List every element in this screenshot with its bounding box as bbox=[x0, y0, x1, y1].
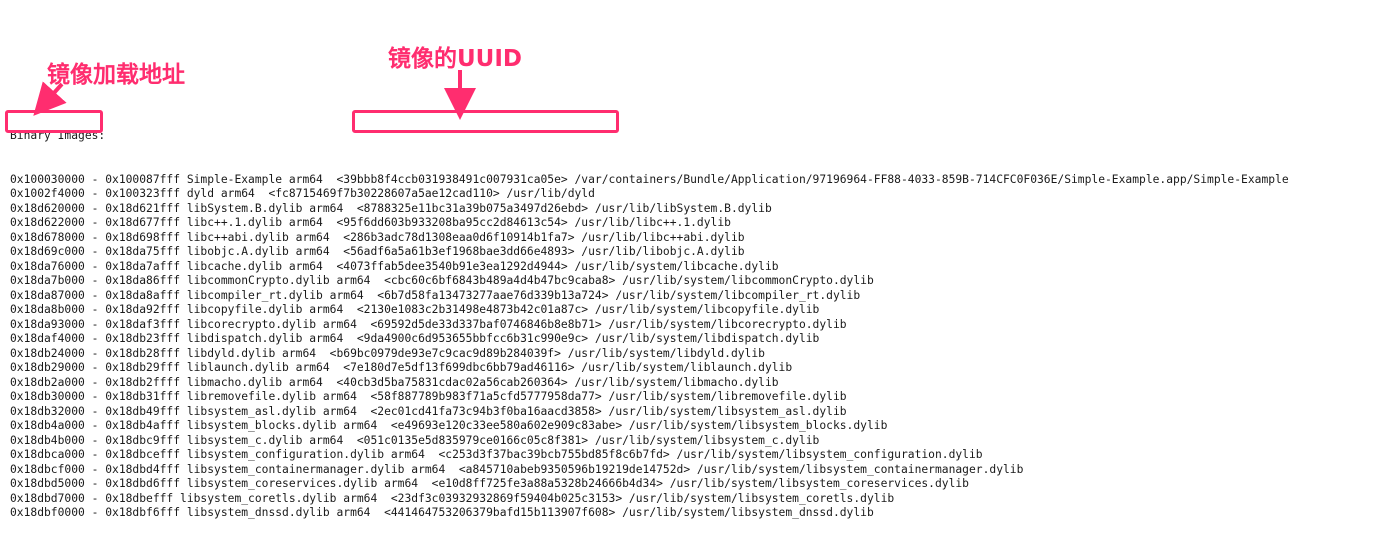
binary-image-row: 0x1002f4000 - 0x100323fff dyld arm64 <fc… bbox=[10, 187, 595, 200]
binary-image-row: 0x18d678000 - 0x18d698fff libc++abi.dyli… bbox=[10, 230, 745, 244]
binary-image-row: 0x18dbcf000 - 0x18dbd4fff libsystem_cont… bbox=[10, 462, 1024, 476]
binary-images-list: 0x100030000 - 0x100087fff Simple-Example… bbox=[10, 173, 1400, 521]
uuid-annotation-label: 镜像的UUID bbox=[388, 46, 523, 72]
binary-images-header: Binary Images: bbox=[10, 129, 106, 142]
binary-image-row: 0x18da87000 - 0x18da8afff libcompiler_rt… bbox=[10, 288, 861, 302]
binary-image-row: 0x18dbf0000 - 0x18dbf6fff libsystem_dnss… bbox=[10, 506, 874, 519]
binary-image-row: 0x18dbca000 - 0x18dbcefff libsystem_conf… bbox=[10, 448, 983, 461]
binary-image-row: 0x18db30000 - 0x18db31fff libremovefile.… bbox=[10, 390, 847, 403]
crash-log-text: Binary Images: 0x100030000 - 0x100087fff… bbox=[10, 100, 1400, 535]
load-address-highlight-box bbox=[5, 110, 103, 133]
binary-image-row: 0x18db29000 - 0x18db29fff liblaunch.dyli… bbox=[10, 361, 793, 374]
binary-image-row: 0x18db4a000 - 0x18db4afff libsystem_bloc… bbox=[10, 419, 888, 432]
binary-image-row: 0x18d69c000 - 0x18da75fff libobjc.A.dyli… bbox=[10, 245, 745, 258]
binary-image-row: 0x18da76000 - 0x18da7afff libcache.dylib… bbox=[10, 259, 779, 273]
binary-image-row: 0x18da8b000 - 0x18da92fff libcopyfile.dy… bbox=[10, 303, 820, 316]
binary-image-row: 0x18db2a000 - 0x18db2ffff libmacho.dylib… bbox=[10, 375, 779, 389]
uuid-highlight-box bbox=[352, 110, 619, 133]
binary-image-row: 0x18dbd7000 - 0x18dbefff libsystem_coret… bbox=[10, 491, 895, 505]
binary-image-row: 0x18db32000 - 0x18db49fff libsystem_asl.… bbox=[10, 404, 847, 418]
binary-image-row: 0x18da7b000 - 0x18da86fff libcommonCrypt… bbox=[10, 274, 874, 287]
binary-image-row: 0x18dbd5000 - 0x18dbd6fff libsystem_core… bbox=[10, 477, 969, 490]
binary-image-row: 0x18db4b000 - 0x18dbc9fff libsystem_c.dy… bbox=[10, 433, 820, 447]
binary-image-row: 0x18db24000 - 0x18db28fff libdyld.dylib … bbox=[10, 346, 765, 360]
binary-image-row: 0x18d622000 - 0x18d677fff libc++.1.dylib… bbox=[10, 216, 731, 229]
load-address-annotation-label: 镜像加载地址 bbox=[47, 62, 185, 88]
binary-image-row: 0x18d620000 - 0x18d621fff libSystem.B.dy… bbox=[10, 201, 772, 215]
binary-image-row: 0x100030000 - 0x100087fff Simple-Example… bbox=[10, 172, 1289, 186]
binary-image-row: 0x18daf4000 - 0x18db23fff libdispatch.dy… bbox=[10, 332, 820, 345]
binary-image-row: 0x18da93000 - 0x18daf3fff libcorecrypto.… bbox=[10, 317, 847, 331]
